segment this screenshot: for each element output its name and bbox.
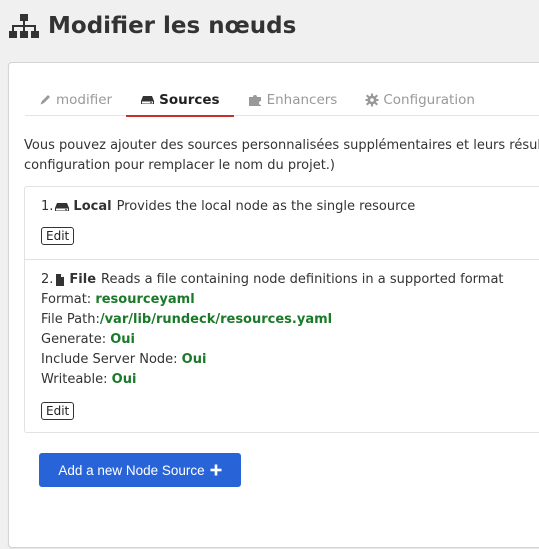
- source-header: 1. Local Provides the local node as the …: [41, 197, 539, 217]
- property-label: Include Server Node:: [41, 352, 182, 367]
- property-include-server-node: Include Server Node: Oui: [41, 350, 539, 370]
- source-title: File: [69, 272, 97, 287]
- source-description: Provides the local node as the single re…: [116, 199, 416, 214]
- property-generate: Generate: Oui: [41, 330, 539, 350]
- property-label: Format:: [41, 292, 96, 307]
- description-line-1: Vous pouvez ajouter des sources personna…: [24, 138, 539, 153]
- tab-enhancers[interactable]: Enhancers: [234, 83, 352, 116]
- tab-sources-label: Sources: [159, 91, 220, 108]
- description-line-2: configuration pour remplacer le nom du p…: [24, 158, 335, 173]
- property-value: /var/lib/rundeck/resources.yaml: [99, 312, 333, 327]
- source-title: Local: [73, 199, 112, 214]
- property-file-path: File Path:/var/lib/rundeck/resources.yam…: [41, 310, 539, 330]
- file-icon: [54, 273, 66, 287]
- property-label: Generate:: [41, 332, 111, 347]
- property-value: Oui: [181, 352, 207, 367]
- source-item-file: 2. File Reads a file containing node def…: [25, 259, 539, 432]
- source-index: 1.: [41, 199, 54, 214]
- tab-configuration[interactable]: Configuration: [351, 83, 489, 116]
- source-description: Reads a file containing node definitions…: [101, 272, 504, 287]
- edit-local-source-button[interactable]: Edit: [41, 227, 75, 245]
- tab-enhancers-label: Enhancers: [266, 91, 338, 108]
- edit-file-source-button[interactable]: Edit: [41, 402, 75, 420]
- node-sources-list: 1. Local Provides the local node as the …: [24, 186, 539, 433]
- pencil-icon: [39, 93, 52, 106]
- tab-configuration-label: Configuration: [383, 91, 475, 108]
- plus-icon: [210, 464, 222, 476]
- source-header: 2. File Reads a file containing node def…: [41, 270, 539, 290]
- source-index: 2.: [41, 272, 54, 287]
- property-value: Oui: [111, 372, 137, 387]
- node-sources-card: modifier Sources Enhancers Configuration…: [8, 62, 539, 548]
- page-title: Modifier les nœuds: [48, 13, 297, 39]
- add-node-source-label: Add a new Node Source: [58, 462, 205, 478]
- tab-modifier[interactable]: modifier: [25, 83, 126, 116]
- property-label: Writeable:: [41, 372, 112, 387]
- gear-icon: [365, 93, 379, 107]
- source-item-local: 1. Local Provides the local node as the …: [25, 187, 539, 259]
- sitemap-icon: [9, 14, 39, 38]
- sources-description: Vous pouvez ajouter des sources personna…: [24, 136, 539, 176]
- hdd-icon: [140, 94, 155, 106]
- add-node-source-button[interactable]: Add a new Node Source: [39, 453, 241, 487]
- property-format: Format: resourceyaml: [41, 290, 539, 310]
- property-value: Oui: [110, 332, 135, 347]
- hdd-icon: [54, 201, 70, 213]
- puzzle-icon: [248, 93, 263, 107]
- page-header: Modifier les nœuds: [8, 6, 296, 46]
- property-writeable: Writeable: Oui: [41, 370, 539, 390]
- property-value: resourceyaml: [95, 292, 195, 307]
- property-label: File Path:: [41, 312, 100, 327]
- tab-bar: modifier Sources Enhancers Configuration: [25, 83, 539, 117]
- tab-sources[interactable]: Sources: [126, 83, 235, 117]
- tab-modifier-label: modifier: [56, 91, 113, 108]
